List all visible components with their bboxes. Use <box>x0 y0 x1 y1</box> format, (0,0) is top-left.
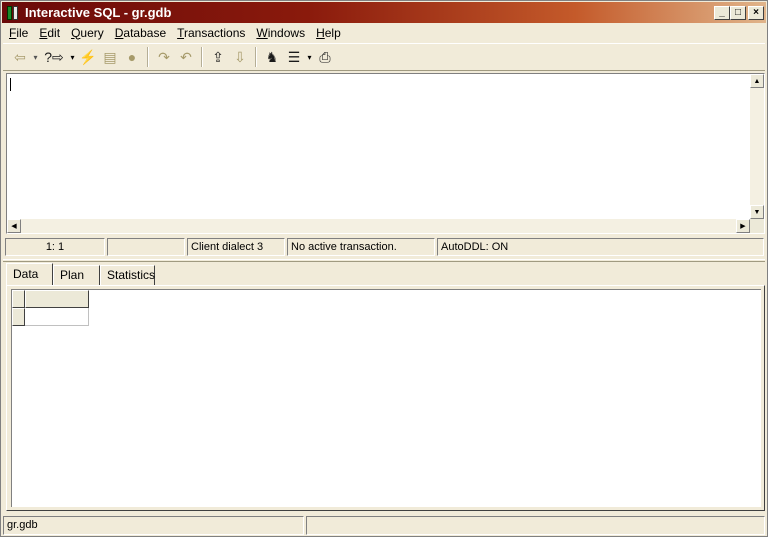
client-dialect: Client dialect 3 <box>187 238 285 256</box>
tab-statistics[interactable]: Statistics <box>100 265 155 285</box>
undo-icon[interactable]: ↶ <box>175 46 197 68</box>
previous-query-icon[interactable]: ⇦ <box>9 46 31 68</box>
print-icon[interactable]: ⎙ <box>314 46 336 68</box>
windows-dropdown-icon[interactable]: ▾ <box>305 53 314 62</box>
toolbar-separator <box>201 47 203 67</box>
status-bar: gr.gdb <box>3 516 765 535</box>
windows-list-icon[interactable]: ☰ <box>283 46 305 68</box>
prepare-icon[interactable]: ▤ <box>99 46 121 68</box>
text-caret <box>10 78 11 91</box>
save-script-icon[interactable]: ● <box>121 46 143 68</box>
next-dropdown-icon[interactable]: ▾ <box>68 53 77 62</box>
grid-row-indicator[interactable] <box>12 308 25 326</box>
scrollbar-corner <box>750 219 764 233</box>
results-pane <box>6 285 765 511</box>
editor-vertical-scrollbar[interactable]: ▲ ▼ <box>750 74 764 219</box>
execute-icon[interactable]: ⚡ <box>77 46 99 68</box>
modified-indicator <box>107 238 185 256</box>
status-database: gr.gdb <box>3 516 304 535</box>
pane-splitter[interactable] <box>3 259 765 262</box>
scroll-down-icon[interactable]: ▼ <box>750 205 764 219</box>
previous-dropdown-icon[interactable]: ▾ <box>31 53 40 62</box>
main-window: Interactive SQL - gr.gdb _ □ × File Edit… <box>0 0 768 537</box>
commit-icon[interactable]: ⇪ <box>207 46 229 68</box>
maximize-button[interactable]: □ <box>730 5 746 20</box>
tab-plan[interactable]: Plan <box>53 265 100 285</box>
autoddl-status: AutoDDL: ON <box>437 238 764 256</box>
status-message <box>306 516 765 535</box>
toolbar-separator <box>255 47 257 67</box>
close-button[interactable]: × <box>748 5 764 20</box>
title-bar[interactable]: Interactive SQL - gr.gdb _ □ × <box>2 2 766 23</box>
transaction-status: No active transaction. <box>287 238 435 256</box>
menu-windows[interactable]: Windows <box>256 26 305 40</box>
next-query-icon[interactable]: ?⇨ <box>40 46 68 68</box>
scroll-right-icon[interactable]: ▶ <box>736 219 750 233</box>
editor-horizontal-scrollbar[interactable]: ◀ ▶ <box>7 219 750 233</box>
scroll-left-icon[interactable]: ◀ <box>7 219 21 233</box>
menu-file[interactable]: File <box>9 26 28 40</box>
find-binoculars-icon[interactable]: ♞ <box>261 46 283 68</box>
grid-data-cell[interactable] <box>25 308 89 326</box>
redo-icon[interactable]: ↷ <box>153 46 175 68</box>
toolbar-separator <box>147 47 149 67</box>
menu-edit[interactable]: Edit <box>39 26 60 40</box>
tab-data[interactable]: Data <box>6 263 53 285</box>
toolbar: ⇦ ▾ ?⇨ ▾ ⚡ ▤ ● ↷ ↶ ⇪ ⇩ ♞ ☰ ▾ ⎙ <box>3 43 765 71</box>
editor-status-bar: 1: 1 Client dialect 3 No active transact… <box>5 238 766 256</box>
menu-bar: File Edit Query Database Transactions Wi… <box>3 23 765 42</box>
window-title: Interactive SQL - gr.gdb <box>25 5 172 20</box>
menu-help[interactable]: Help <box>316 26 341 40</box>
grid-corner-cell <box>12 290 25 308</box>
scroll-up-icon[interactable]: ▲ <box>750 74 764 88</box>
menu-query[interactable]: Query <box>71 26 104 40</box>
rollback-icon[interactable]: ⇩ <box>229 46 251 68</box>
grid-column-header[interactable] <box>25 290 89 308</box>
results-tabs: Data Plan Statistics <box>6 263 155 285</box>
minimize-button[interactable]: _ <box>714 5 730 20</box>
menu-database[interactable]: Database <box>115 26 166 40</box>
results-grid[interactable] <box>11 289 761 507</box>
cursor-position: 1: 1 <box>5 238 105 256</box>
menu-transactions[interactable]: Transactions <box>177 26 245 40</box>
app-icon[interactable] <box>5 5 21 21</box>
sql-editor[interactable]: ▲ ▼ ◀ ▶ <box>6 73 765 234</box>
